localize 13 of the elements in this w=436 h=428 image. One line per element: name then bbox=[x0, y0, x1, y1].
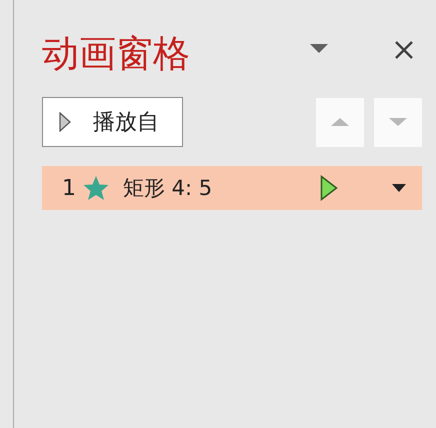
animation-item[interactable]: 1 矩形 4: 5 bbox=[42, 166, 422, 210]
play-icon bbox=[320, 175, 338, 201]
item-name: 矩形 4: 5 bbox=[123, 175, 212, 202]
close-icon[interactable] bbox=[394, 40, 414, 60]
dropdown-caret-icon[interactable] bbox=[392, 184, 406, 192]
down-triangle-icon bbox=[389, 118, 407, 126]
star-icon bbox=[83, 175, 109, 201]
play-from-button[interactable]: 播放自 bbox=[42, 97, 183, 147]
pane-title: 动画窗格 bbox=[42, 32, 190, 76]
play-triangle-icon bbox=[59, 112, 71, 132]
item-number: 1 bbox=[62, 176, 76, 200]
options-caret-icon[interactable] bbox=[310, 44, 328, 54]
up-triangle-icon bbox=[331, 118, 349, 126]
